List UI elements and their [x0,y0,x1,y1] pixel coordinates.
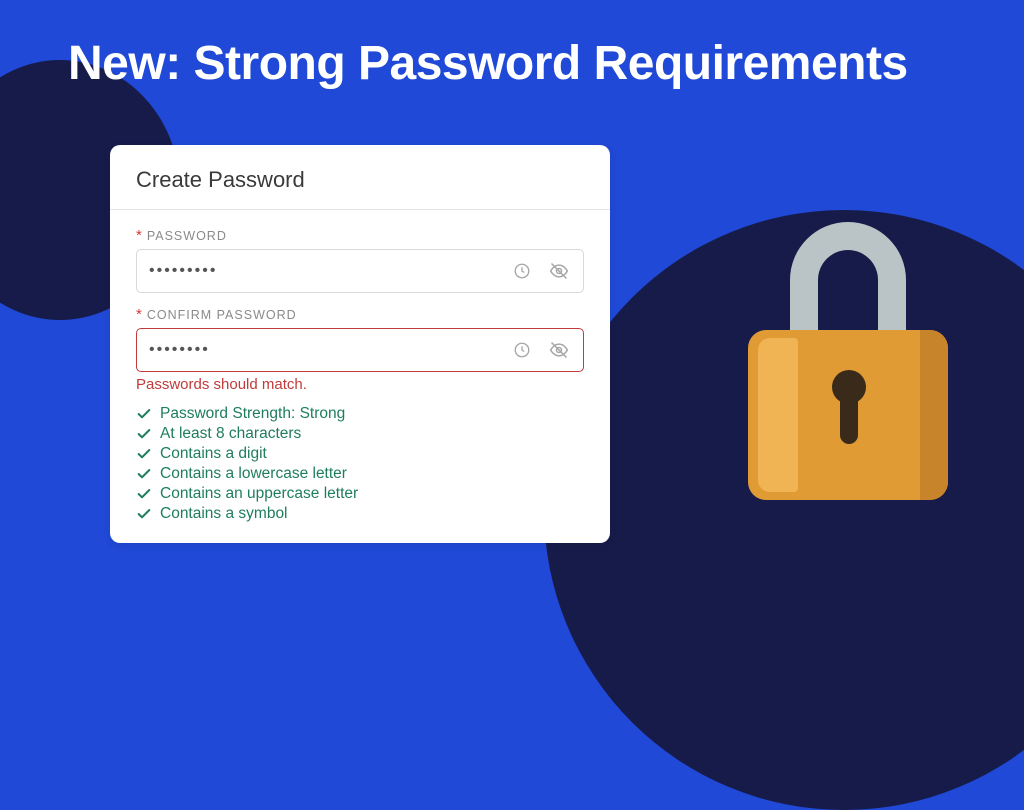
checklist-item: Contains a lowercase letter [136,465,584,483]
eye-off-icon [549,340,569,360]
lock-keyhole-stem [840,396,858,444]
required-asterisk: * [136,307,143,322]
confirm-password-input-icons [511,338,571,362]
password-checklist: Password Strength: Strong At least 8 cha… [136,405,584,523]
check-icon [136,466,152,482]
lock-body-shadow [920,330,948,500]
confirm-password-input[interactable] [149,341,511,359]
checklist-item: Password Strength: Strong [136,405,584,423]
checklist-item: Contains an uppercase letter [136,485,584,503]
lock-body-highlight [758,338,798,492]
required-asterisk: * [136,228,143,243]
lock-illustration [748,222,948,482]
checklist-item-text: At least 8 characters [160,425,301,443]
checklist-item-text: Password Strength: Strong [160,405,345,423]
create-password-card: Create Password * PASSWORD * [110,145,610,543]
checklist-item-text: Contains a digit [160,445,267,463]
checklist-item-text: Contains an uppercase letter [160,485,358,503]
checklist-item: At least 8 characters [136,425,584,443]
generate-icon [513,341,531,359]
card-divider [110,209,610,210]
checklist-item-text: Contains a symbol [160,505,288,523]
generate-icon [513,262,531,280]
check-icon [136,486,152,502]
check-icon [136,506,152,522]
check-icon [136,406,152,422]
confirm-password-visibility-toggle[interactable] [547,338,571,362]
hero-title: New: Strong Password Requirements [0,0,1024,91]
card-title: Create Password [136,167,584,209]
checklist-item: Contains a symbol [136,505,584,523]
checklist-item: Contains a digit [136,445,584,463]
password-visibility-toggle[interactable] [547,259,571,283]
check-icon [136,446,152,462]
check-icon [136,426,152,442]
password-input[interactable] [149,262,511,280]
password-input-icons [511,259,571,283]
password-input-wrap [136,249,584,293]
confirm-password-label-text: CONFIRM PASSWORD [147,308,297,322]
password-generate-button[interactable] [511,260,533,282]
password-label-text: PASSWORD [147,229,227,243]
confirm-password-generate-button[interactable] [511,339,533,361]
confirm-password-input-wrap [136,328,584,372]
confirm-password-error: Passwords should match. [136,376,584,393]
eye-off-icon [549,261,569,281]
checklist-item-text: Contains a lowercase letter [160,465,347,483]
confirm-password-label: * CONFIRM PASSWORD [136,307,584,322]
password-label: * PASSWORD [136,228,584,243]
